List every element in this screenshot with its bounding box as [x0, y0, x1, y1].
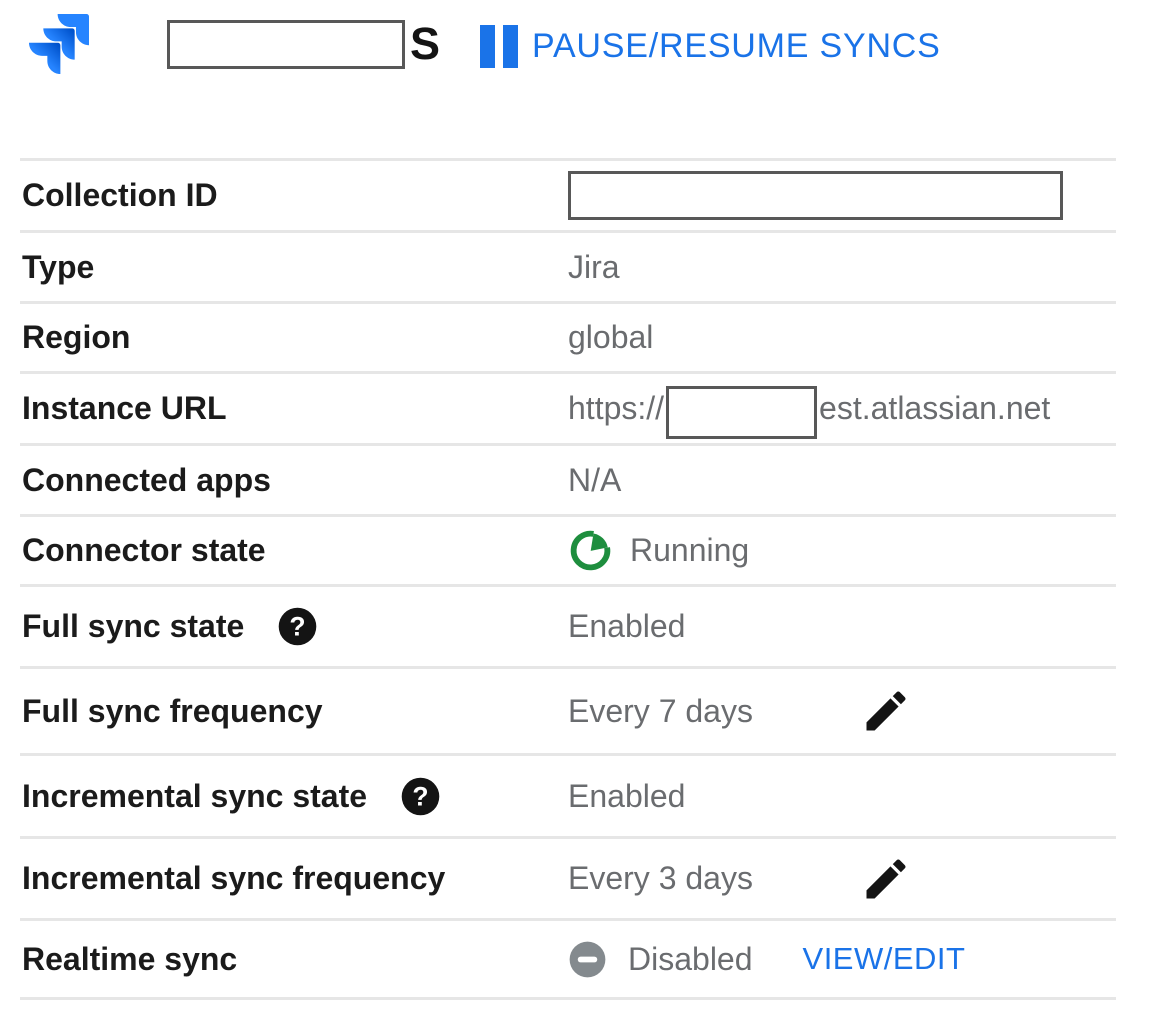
help-icon[interactable]: ?: [400, 776, 441, 817]
table-row-type: Type Jira: [20, 230, 1116, 301]
row-label: Connected apps: [20, 462, 568, 499]
row-value: Enabled: [568, 608, 685, 645]
table-row-region: Region global: [20, 301, 1116, 371]
row-value: global: [568, 319, 653, 356]
row-value: Jira: [568, 249, 620, 286]
table-row-full-sync-frequency: Full sync frequency Every 7 days: [20, 666, 1116, 753]
row-value: N/A: [568, 462, 621, 499]
page-header: S PAUSE/RESUME SYNCS: [0, 0, 1150, 158]
table-row-instance-url: Instance URL https:// est.atlassian.net: [20, 371, 1116, 443]
instance-url-suffix: est.atlassian.net: [819, 390, 1050, 427]
row-label: Incremental sync state: [22, 778, 367, 815]
row-label: Connector state: [20, 532, 568, 569]
row-label: Incremental sync frequency: [20, 860, 568, 897]
row-label: Region: [20, 319, 568, 356]
svg-text:?: ?: [412, 781, 428, 811]
table-row-collection-id: Collection ID: [20, 158, 1116, 230]
row-value: Every 3 days: [568, 860, 860, 897]
redacted-url-segment-box: [666, 386, 817, 439]
connector-properties-table: Collection ID Type Jira Region global In…: [20, 158, 1116, 1000]
row-value: Disabled: [628, 941, 753, 978]
pause-resume-syncs-label: PAUSE/RESUME SYNCS: [532, 27, 941, 66]
page-title-suffix: S: [410, 18, 440, 70]
row-label: Type: [20, 249, 568, 286]
table-row-realtime-sync: Realtime sync Disabled VIEW/EDIT: [20, 918, 1116, 1000]
redacted-title-box: [167, 20, 405, 69]
edit-pencil-icon[interactable]: [860, 853, 912, 905]
row-value: Every 7 days: [568, 693, 860, 730]
row-label: Full sync state: [22, 608, 244, 645]
help-icon[interactable]: ?: [277, 606, 318, 647]
row-label: Collection ID: [20, 177, 568, 214]
instance-url-prefix: https://: [568, 390, 664, 427]
table-row-full-sync-state: Full sync state ? Enabled: [20, 584, 1116, 666]
table-row-connected-apps: Connected apps N/A: [20, 443, 1116, 514]
table-row-incremental-sync-frequency: Incremental sync frequency Every 3 days: [20, 836, 1116, 918]
row-label: Instance URL: [20, 390, 568, 427]
svg-text:?: ?: [290, 612, 306, 642]
table-row-incremental-sync-state: Incremental sync state ? Enabled: [20, 753, 1116, 836]
edit-pencil-icon[interactable]: [860, 685, 912, 737]
pause-resume-syncs-button[interactable]: PAUSE/RESUME SYNCS: [478, 24, 941, 68]
row-value: Running: [630, 532, 749, 569]
disabled-icon: [568, 940, 607, 979]
jira-logo-icon: [18, 4, 100, 84]
row-value: Enabled: [568, 778, 685, 815]
pause-icon: [478, 24, 518, 68]
row-label: Realtime sync: [20, 941, 568, 978]
running-icon: [568, 528, 613, 573]
row-label: Full sync frequency: [20, 693, 568, 730]
redacted-collection-id-box: [568, 171, 1063, 220]
table-row-connector-state: Connector state Running: [20, 514, 1116, 584]
view-edit-link[interactable]: VIEW/EDIT: [803, 941, 966, 977]
